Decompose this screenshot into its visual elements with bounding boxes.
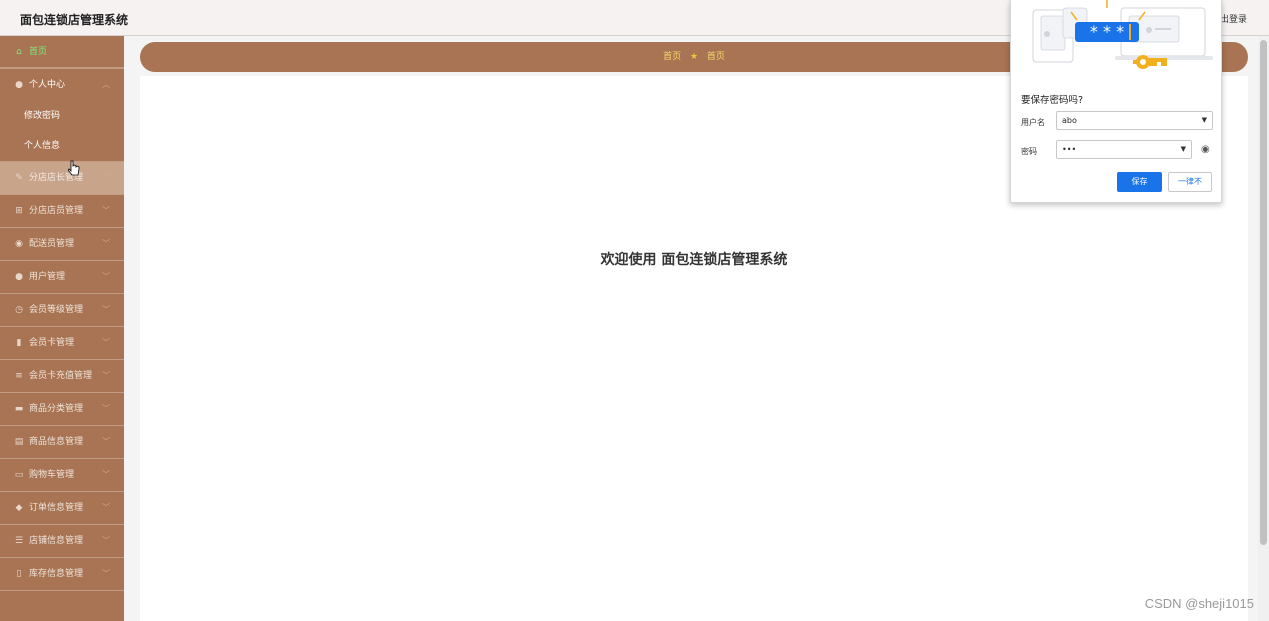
- sidebar-item-goods-category[interactable]: ▬ 商品分类管理 ﹀: [0, 393, 124, 426]
- sidebar-item-personal[interactable]: ● 个人中心 ︿: [0, 68, 124, 101]
- delivery-icon: ◉: [15, 239, 23, 249]
- save-password-button[interactable]: 保存: [1117, 172, 1162, 192]
- chevron-down-icon: ﹀: [102, 206, 110, 215]
- sidebar-item-goods-info[interactable]: ▤ 商品信息管理 ﹀: [0, 426, 124, 459]
- password-select[interactable]: ••• ▼: [1056, 140, 1192, 159]
- sidebar-item-stock[interactable]: ▯ 库存信息管理 ﹀: [0, 558, 124, 591]
- sidebar-item-label: 会员卡充值管理: [29, 371, 93, 381]
- sidebar-item-label: 首页: [29, 47, 48, 57]
- sidebar-subitem-personal-info[interactable]: 个人信息: [0, 131, 124, 162]
- sidebar-item-label: 配送员管理: [29, 239, 75, 249]
- scrollbar-thumb[interactable]: [1260, 40, 1267, 545]
- chevron-up-icon: ︿: [102, 80, 110, 89]
- chart-icon: ▮: [16, 338, 22, 348]
- chevron-down-icon: ﹀: [102, 404, 110, 413]
- dropdown-arrow-icon: ▼: [1180, 145, 1186, 153]
- sidebar-item-delivery[interactable]: ◉ 配送员管理 ﹀: [0, 228, 124, 261]
- sidebar-item-member-card[interactable]: ▮ 会员卡管理 ﹀: [0, 327, 124, 360]
- sidebar: ⌂ 首页 ● 个人中心 ︿ 修改密码 个人信息 ✎ 分店店长管理 ﹀ ⊞ 分店店…: [0, 36, 124, 621]
- sidebar-item-label: 会员等级管理: [29, 305, 84, 315]
- breadcrumb-item-home[interactable]: 首页: [663, 52, 681, 62]
- category-icon: ▬: [14, 404, 24, 414]
- sidebar-item-label: 订单信息管理: [29, 503, 84, 513]
- list-icon: ≡: [15, 371, 23, 381]
- sidebar-item-label: 商品信息管理: [29, 437, 84, 447]
- chevron-down-icon: ﹀: [102, 569, 110, 578]
- order-icon: ◆: [15, 503, 23, 513]
- staff-icon: ⊞: [15, 206, 23, 216]
- dropdown-arrow-icon: ▼: [1201, 116, 1207, 124]
- page-scrollbar[interactable]: [1258, 36, 1269, 621]
- chevron-down-icon: ﹀: [102, 272, 110, 281]
- sidebar-item-label: 分店店员管理: [29, 206, 84, 216]
- chevron-down-icon: ﹀: [102, 470, 110, 479]
- username-label: 用户名: [1021, 118, 1045, 127]
- home-icon: ⌂: [16, 47, 22, 57]
- username-select[interactable]: abo ▼: [1056, 111, 1213, 130]
- level-icon: ◷: [15, 305, 23, 315]
- chevron-down-icon: ﹀: [102, 173, 110, 182]
- sidebar-item-users[interactable]: ● 用户管理 ﹀: [0, 261, 124, 294]
- stock-icon: ▯: [16, 569, 22, 579]
- mouse-cursor-icon: [68, 160, 80, 176]
- sidebar-subitem-change-password[interactable]: 修改密码: [0, 101, 124, 131]
- chevron-down-icon: ﹀: [102, 338, 110, 347]
- chevron-down-icon: ﹀: [102, 239, 110, 248]
- chevron-down-icon: ﹀: [102, 503, 110, 512]
- sidebar-item-label: 购物车管理: [29, 470, 75, 480]
- password-illustration-icon: * * *: [1032, 0, 1213, 69]
- sidebar-item-member-level[interactable]: ◷ 会员等级管理 ﹀: [0, 294, 124, 327]
- chevron-down-icon: ﹀: [102, 536, 110, 545]
- user-icon: ●: [15, 272, 23, 282]
- sidebar-item-shop-info[interactable]: ☰ 店铺信息管理 ﹀: [0, 525, 124, 558]
- sidebar-item-branch-staff[interactable]: ⊞ 分店店员管理 ﹀: [0, 195, 124, 228]
- password-value: •••: [1062, 145, 1077, 154]
- sidebar-item-cart[interactable]: ▭ 购物车管理 ﹀: [0, 459, 124, 492]
- welcome-message: 欢迎使用 面包连锁店管理系统: [600, 252, 788, 268]
- sidebar-item-home[interactable]: ⌂ 首页: [0, 36, 124, 68]
- eye-icon[interactable]: ◉: [1201, 144, 1210, 155]
- sidebar-item-label: 用户管理: [29, 272, 66, 282]
- save-password-popup: * * * 要保存密码吗? 用户名 abo ▼ 密码 ••• ▼ ◉ 保存 一律…: [1010, 0, 1222, 203]
- goods-icon: ▤: [14, 437, 24, 447]
- never-save-button[interactable]: 一律不: [1168, 172, 1212, 192]
- illustration-mask-text: * * *: [1090, 22, 1124, 41]
- manager-icon: ✎: [15, 173, 23, 183]
- sidebar-item-orders[interactable]: ◆ 订单信息管理 ﹀: [0, 492, 124, 525]
- breadcrumb-item-current[interactable]: 首页: [707, 52, 725, 62]
- sidebar-item-branch-manager[interactable]: ✎ 分店店长管理 ﹀: [0, 162, 124, 195]
- sidebar-item-label: 商品分类管理: [29, 404, 84, 414]
- chevron-down-icon: ﹀: [102, 305, 110, 314]
- save-password-question: 要保存密码吗?: [1021, 95, 1084, 106]
- chevron-down-icon: ﹀: [102, 371, 110, 380]
- cart-icon: ▭: [14, 470, 24, 480]
- sidebar-item-card-recharge[interactable]: ≡ 会员卡充值管理 ﹀: [0, 360, 124, 393]
- username-value: abo: [1062, 116, 1077, 125]
- chevron-down-icon: ﹀: [102, 437, 110, 446]
- app-title: 面包连锁店管理系统: [20, 13, 129, 27]
- shop-icon: ☰: [14, 536, 24, 546]
- sidebar-item-label: 会员卡管理: [29, 338, 75, 348]
- watermark: CSDN @sheji1015: [1144, 596, 1254, 611]
- sidebar-item-label: 个人中心: [29, 80, 66, 90]
- sidebar-item-label: 库存信息管理: [29, 569, 84, 579]
- star-icon: ★: [689, 52, 699, 62]
- password-label: 密码: [1021, 147, 1037, 156]
- sidebar-item-label: 店铺信息管理: [29, 536, 84, 546]
- user-icon: ●: [15, 80, 23, 90]
